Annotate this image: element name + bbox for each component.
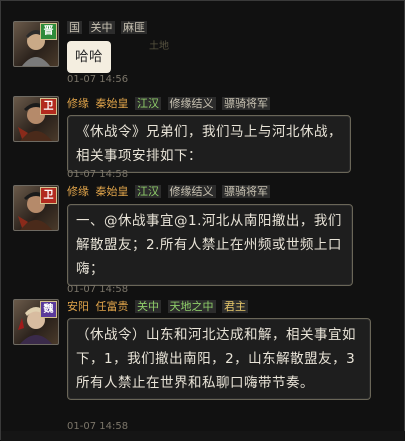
chat-panel: 晋 国 关中 麻匪 哈哈 01-07 14:56 土地 卫 修缘 秦始皇 江汉 …: [0, 0, 405, 441]
timestamp: 01-07 14:58: [67, 169, 129, 180]
kingdom-tag: 国: [67, 21, 82, 34]
rank-tag: 君主: [222, 300, 248, 313]
player-name[interactable]: 修缘: [67, 185, 89, 198]
rank-tag: 骠骑将军: [222, 185, 270, 198]
region-tag: 关中: [135, 300, 161, 313]
message-meta: 修缘 秦始皇 江汉 修缘结义 骠骑将军: [67, 183, 273, 201]
overlay-label-faint: 土地: [149, 41, 169, 52]
faction-badge: 卫: [40, 98, 57, 115]
region-tag: 江汉: [135, 97, 161, 110]
alliance-tag: 修缘结义: [167, 185, 216, 198]
player-id: 秦始皇: [95, 97, 129, 110]
region-tag: 关中: [88, 21, 115, 34]
message-meta: 修缘 秦始皇 江汉 修缘结义 骠骑将军: [67, 95, 273, 113]
player-name[interactable]: 安阳: [67, 300, 89, 313]
message-bubble: （休战令）山东和河北达成和解，相关事宜如下，1，我们撤出南阳，2，山东解散盟友，…: [67, 318, 371, 400]
avatar[interactable]: 卫: [13, 96, 59, 142]
faction-badge: 晋: [40, 23, 57, 40]
message-meta: 国 关中 麻匪: [67, 19, 150, 37]
alliance-tag: 修缘结义: [167, 97, 216, 110]
timestamp: 01-07 14:58: [67, 284, 129, 295]
avatar[interactable]: 晋: [13, 21, 59, 67]
faction-badge: 卫: [40, 187, 57, 204]
faction-badge: 魏: [40, 301, 57, 318]
player-id: 秦始皇: [95, 185, 129, 198]
message-bubble: 一、@休战事宜@1.河北从南阳撤出，我们解散盟友；2.所有人禁止在州频或世频上口…: [67, 204, 353, 286]
region-tag: 江汉: [135, 185, 161, 198]
title-tag: 麻匪: [121, 21, 147, 34]
message-bubble: 《休战令》兄弟们，我们马上与河北休战，相关事项安排如下：: [67, 115, 351, 173]
message-bubble: 哈哈: [67, 41, 111, 73]
alliance-tag: 天地之中: [167, 300, 216, 313]
message-meta: 安阳 任富贵 关中 天地之中 君主: [67, 298, 251, 316]
rank-tag: 骠骑将军: [222, 97, 270, 110]
avatar[interactable]: 卫: [13, 185, 59, 231]
timestamp: 01-07 14:56: [67, 74, 129, 85]
player-id: 任富贵: [95, 300, 129, 313]
player-name[interactable]: 修缘: [67, 97, 89, 110]
avatar[interactable]: 魏: [13, 299, 59, 345]
